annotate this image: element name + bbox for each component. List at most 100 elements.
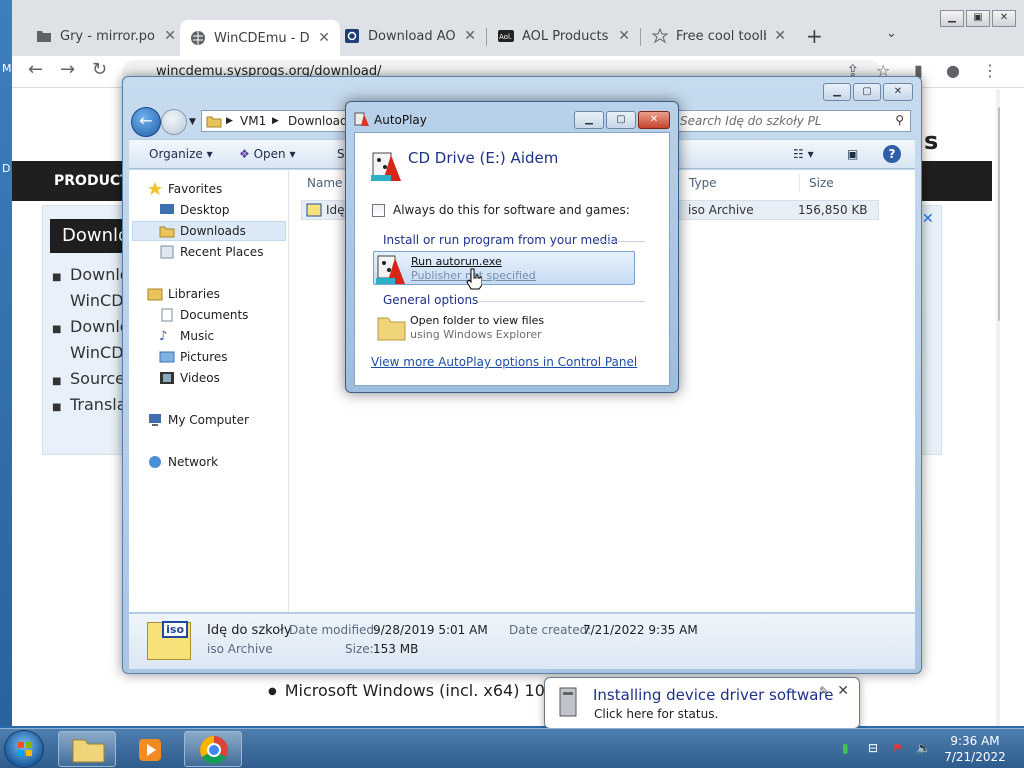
nav-documents[interactable]: Documents <box>159 306 248 324</box>
tab-free-toolbar[interactable]: Free cool toolbar ✕ <box>642 20 796 52</box>
organize-button[interactable]: Organize ▾ <box>149 147 213 161</box>
preview-pane-icon[interactable]: ▣ <box>847 147 858 161</box>
browser-window-controls: ▁ ▣ ✕ <box>940 10 1016 27</box>
search-input[interactable]: Search Idę do szkoły PL <box>680 114 822 128</box>
close-tab-icon[interactable]: ✕ <box>774 28 786 44</box>
driver-install-notification[interactable]: Installing device driver software Click … <box>544 677 860 729</box>
more-autoplay-options-link[interactable]: View more AutoPlay options in Control Pa… <box>371 355 637 369</box>
taskbar-chrome-button[interactable] <box>184 731 242 767</box>
start-button[interactable] <box>4 730 44 768</box>
search-icon[interactable]: ⚲ <box>895 113 904 127</box>
chrome-icon <box>200 736 228 764</box>
close-tab-icon[interactable]: ✕ <box>318 30 330 46</box>
nav-desktop[interactable]: Desktop <box>159 201 230 219</box>
maximize-button[interactable]: ▢ <box>606 111 636 129</box>
nav-products[interactable]: PRODUCT <box>54 173 130 189</box>
open-folder-option[interactable]: Open folder to view files using Windows … <box>373 311 635 345</box>
music-icon: ♪ <box>159 329 168 344</box>
nav-libraries[interactable]: Libraries <box>147 285 220 303</box>
list-item[interactable]: Source <box>52 369 130 395</box>
volume-tray-icon[interactable]: 🔈 <box>916 741 931 755</box>
minimize-button[interactable]: ▁ <box>574 111 604 129</box>
nav-my-computer[interactable]: My Computer <box>147 411 249 429</box>
network-tray-icon[interactable]: ⊟ <box>868 741 878 755</box>
menu-dots-icon[interactable]: ⋮ <box>982 61 998 80</box>
ad-close-icon[interactable]: ✕ <box>922 211 934 227</box>
tab-aol-download[interactable]: Download AOL T ✕ <box>334 20 486 52</box>
device-icon <box>557 686 579 718</box>
list-item[interactable]: Transla <box>52 395 130 421</box>
details-pane: iso Idę do szkoły iso Archive Date modif… <box>129 613 915 669</box>
taskbar-explorer-button[interactable] <box>58 731 116 767</box>
notification-subtitle: Click here for status. <box>594 707 719 721</box>
tab-search-chevron-icon[interactable]: ⌄ <box>886 26 897 41</box>
checkbox-box[interactable] <box>372 203 385 217</box>
close-tab-icon[interactable]: ✕ <box>464 28 476 44</box>
search-box[interactable]: Search Idę do szkoły PL ⚲ <box>675 110 911 132</box>
list-item[interactable]: Downlo <box>52 265 130 291</box>
recent-pages-chevron-icon[interactable]: ▼ <box>189 117 196 127</box>
system-clock[interactable]: 9:36 AM 7/21/2022 <box>940 733 1010 765</box>
tab-aol-products[interactable]: Aol. AOL Products an ✕ <box>488 20 640 52</box>
maximize-button[interactable]: ▣ <box>966 10 990 27</box>
site-logo[interactable]: s <box>924 127 938 155</box>
minimize-button[interactable]: ▁ <box>940 10 964 27</box>
folder-icon <box>206 114 222 131</box>
list-item[interactable]: Downlo <box>52 317 130 343</box>
nav-favorites[interactable]: Favorites <box>147 180 222 198</box>
close-button[interactable]: ✕ <box>992 10 1016 27</box>
minimize-button[interactable]: ▁ <box>823 83 851 101</box>
list-item[interactable]: WinCD <box>52 291 130 317</box>
tab-wincdemu[interactable]: WinCDEmu - Do ✕ <box>180 20 340 56</box>
pictures-icon <box>159 350 175 364</box>
nav-recent-places[interactable]: Recent Places <box>159 243 263 261</box>
close-button[interactable]: ✕ <box>638 111 670 129</box>
forward-arrow-icon[interactable]: → <box>60 59 75 80</box>
run-autorun-option[interactable]: Run autorun.exe Publisher not specified <box>373 251 635 285</box>
view-options-icon[interactable]: ☷ ▾ <box>793 147 814 161</box>
help-icon[interactable]: ? <box>883 145 901 163</box>
nav-downloads[interactable]: Downloads <box>132 221 286 241</box>
column-type[interactable]: Type <box>689 176 717 190</box>
new-tab-button[interactable]: + <box>806 24 823 48</box>
nav-music[interactable]: ♪ Music <box>159 327 214 345</box>
open-button[interactable]: ❖ Open ▾ <box>239 147 296 161</box>
breadcrumb-separator-icon[interactable]: ▶ <box>226 116 233 126</box>
download-list: Downlo WinCD Downlo WinCD Source Transla <box>52 265 130 421</box>
breadcrumb-vm1[interactable]: VM1 <box>240 114 266 128</box>
tab-gry[interactable]: Gry - mirror.polis ✕ <box>26 20 186 52</box>
close-button[interactable]: ✕ <box>883 83 913 101</box>
maximize-button[interactable]: ▢ <box>853 83 881 101</box>
dialog-title: AutoPlay <box>374 113 427 127</box>
hand-cursor-icon <box>466 268 483 290</box>
breadcrumb-separator-icon[interactable]: ▶ <box>272 116 279 126</box>
autorun-app-icon <box>376 253 408 285</box>
action-center-tray-icon[interactable]: ⚑ <box>892 741 903 755</box>
column-name[interactable]: Name <box>307 176 342 190</box>
list-item[interactable]: WinCD <box>52 343 130 369</box>
nav-network[interactable]: Network <box>147 453 218 471</box>
taskbar-media-player-button[interactable] <box>120 731 178 767</box>
back-button[interactable]: ← <box>131 107 161 137</box>
iso-archive-icon: iso <box>147 621 191 660</box>
back-arrow-icon[interactable]: ← <box>28 59 43 80</box>
reload-icon[interactable]: ↻ <box>92 59 107 80</box>
desktop-icon <box>159 203 175 217</box>
close-icon[interactable]: ✕ <box>837 683 849 699</box>
details-filename: Idę do szkoły <box>207 623 292 638</box>
nav-pictures[interactable]: Pictures <box>159 348 228 366</box>
nav-videos[interactable]: Videos <box>159 369 220 387</box>
scrollbar-thumb[interactable] <box>998 107 1000 321</box>
column-size[interactable]: Size <box>809 176 834 190</box>
profile-avatar-icon[interactable]: ● <box>946 61 960 80</box>
options-wrench-icon[interactable]: ✎ <box>819 684 829 698</box>
always-do-this-checkbox[interactable]: Always do this for software and games: <box>372 203 630 217</box>
close-tab-icon[interactable]: ✕ <box>164 28 176 44</box>
media-player-icon <box>139 739 161 761</box>
star-icon <box>651 27 669 44</box>
forward-button[interactable] <box>161 109 187 135</box>
device-driver-tray-icon[interactable]: ▮ <box>842 741 849 755</box>
close-tab-icon[interactable]: ✕ <box>618 28 630 44</box>
page-scrollbar[interactable] <box>996 89 1000 726</box>
aol-search-icon <box>344 28 360 44</box>
